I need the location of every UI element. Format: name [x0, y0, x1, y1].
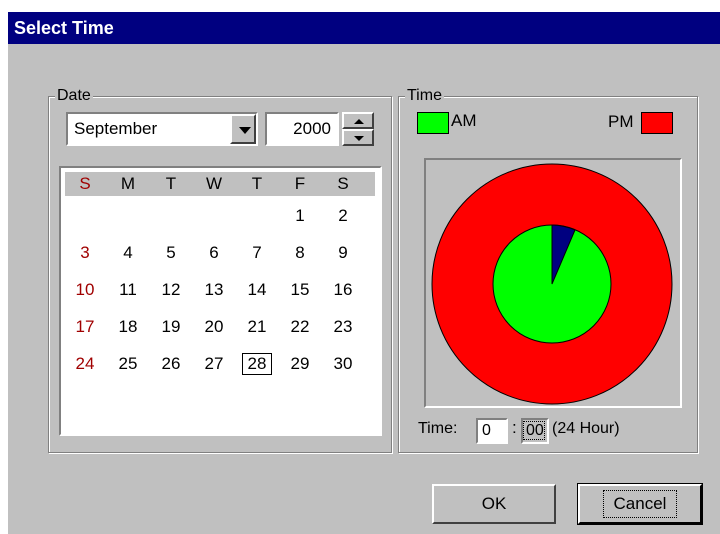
title-bar: Select Time [8, 12, 720, 44]
cancel-button-label: Cancel [602, 490, 678, 518]
minute-field[interactable]: 00 [521, 418, 549, 444]
calendar-day[interactable]: 7 [237, 237, 277, 269]
calendar-day[interactable]: 5 [151, 237, 191, 269]
day-header-tue: T [165, 174, 177, 193]
hour-field[interactable]: 0 [476, 418, 508, 444]
day-header-fri: F [294, 174, 306, 193]
calendar-day[interactable]: 18 [108, 311, 148, 343]
calendar-day[interactable]: 1 [280, 200, 320, 232]
time-group-label: Time [405, 86, 444, 106]
year-field[interactable]: 2000 [265, 112, 339, 146]
pm-legend-label: PM [608, 112, 634, 131]
calendar-day[interactable]: 27 [194, 348, 234, 380]
calendar-day[interactable]: 14 [237, 274, 277, 306]
select-time-dialog: Select Time Date September 2000 S M T W … [8, 12, 720, 534]
month-dropdown-arrow-icon[interactable] [230, 114, 256, 144]
calendar-grid: S M T W T F S 1 2 3 4 5 6 7 8 9 10 11 12 13 14 15 16 17 1… [59, 166, 382, 436]
time-separator: : [512, 418, 517, 437]
calendar-day-selected[interactable]: 28 [237, 348, 277, 380]
calendar-day[interactable]: 10 [65, 274, 105, 306]
calendar-day[interactable]: 23 [323, 311, 363, 343]
calendar-day[interactable]: 22 [280, 311, 320, 343]
cancel-button[interactable]: Cancel [577, 483, 703, 525]
minute-value: 00 [523, 421, 545, 440]
calendar-day[interactable]: 29 [280, 348, 320, 380]
calendar-day[interactable]: 19 [151, 311, 191, 343]
calendar-day[interactable]: 3 [65, 237, 105, 269]
calendar-day[interactable]: 25 [108, 348, 148, 380]
calendar-day[interactable]: 16 [323, 274, 363, 306]
date-group-label: Date [55, 86, 93, 106]
calendar-day[interactable]: 20 [194, 311, 234, 343]
day-header-wed: W [205, 174, 223, 193]
ok-button[interactable]: OK [432, 484, 556, 524]
calendar-day[interactable]: 17 [65, 311, 105, 343]
year-value: 2000 [293, 119, 331, 138]
year-spinner[interactable] [342, 112, 374, 146]
am-legend-swatch [417, 112, 449, 134]
calendar-day[interactable]: 6 [194, 237, 234, 269]
calendar-day[interactable]: 2 [323, 200, 363, 232]
hour-value: 0 [482, 422, 491, 439]
calendar-day[interactable]: 26 [151, 348, 191, 380]
calendar-day[interactable]: 13 [194, 274, 234, 306]
calendar-day[interactable]: 15 [280, 274, 320, 306]
time-format-note: (24 Hour) [552, 420, 620, 437]
calendar-day[interactable]: 11 [108, 274, 148, 306]
calendar-day[interactable]: 30 [323, 348, 363, 380]
am-legend-label: AM [451, 111, 477, 130]
calendar-day[interactable]: 12 [151, 274, 191, 306]
calendar-day[interactable]: 4 [108, 237, 148, 269]
clock-svg [431, 163, 673, 405]
calendar-day[interactable]: 8 [280, 237, 320, 269]
month-value: September [74, 119, 158, 138]
calendar-day[interactable]: 21 [237, 311, 277, 343]
pm-legend-swatch [641, 112, 673, 134]
spin-up-icon[interactable] [342, 112, 374, 129]
calendar-day[interactable]: 9 [323, 237, 363, 269]
clock-chart[interactable] [424, 158, 682, 408]
spin-down-icon[interactable] [342, 129, 374, 146]
month-dropdown[interactable]: September [66, 112, 258, 146]
calendar-day-header: S M T W T F S [65, 172, 375, 196]
calendar-day[interactable]: 24 [65, 348, 105, 380]
day-header-thu: T [251, 174, 263, 193]
day-header-mon: M [120, 174, 136, 193]
day-header-sun: S [79, 174, 91, 193]
time-label: Time: [418, 420, 458, 437]
day-header-sat: S [337, 174, 349, 193]
